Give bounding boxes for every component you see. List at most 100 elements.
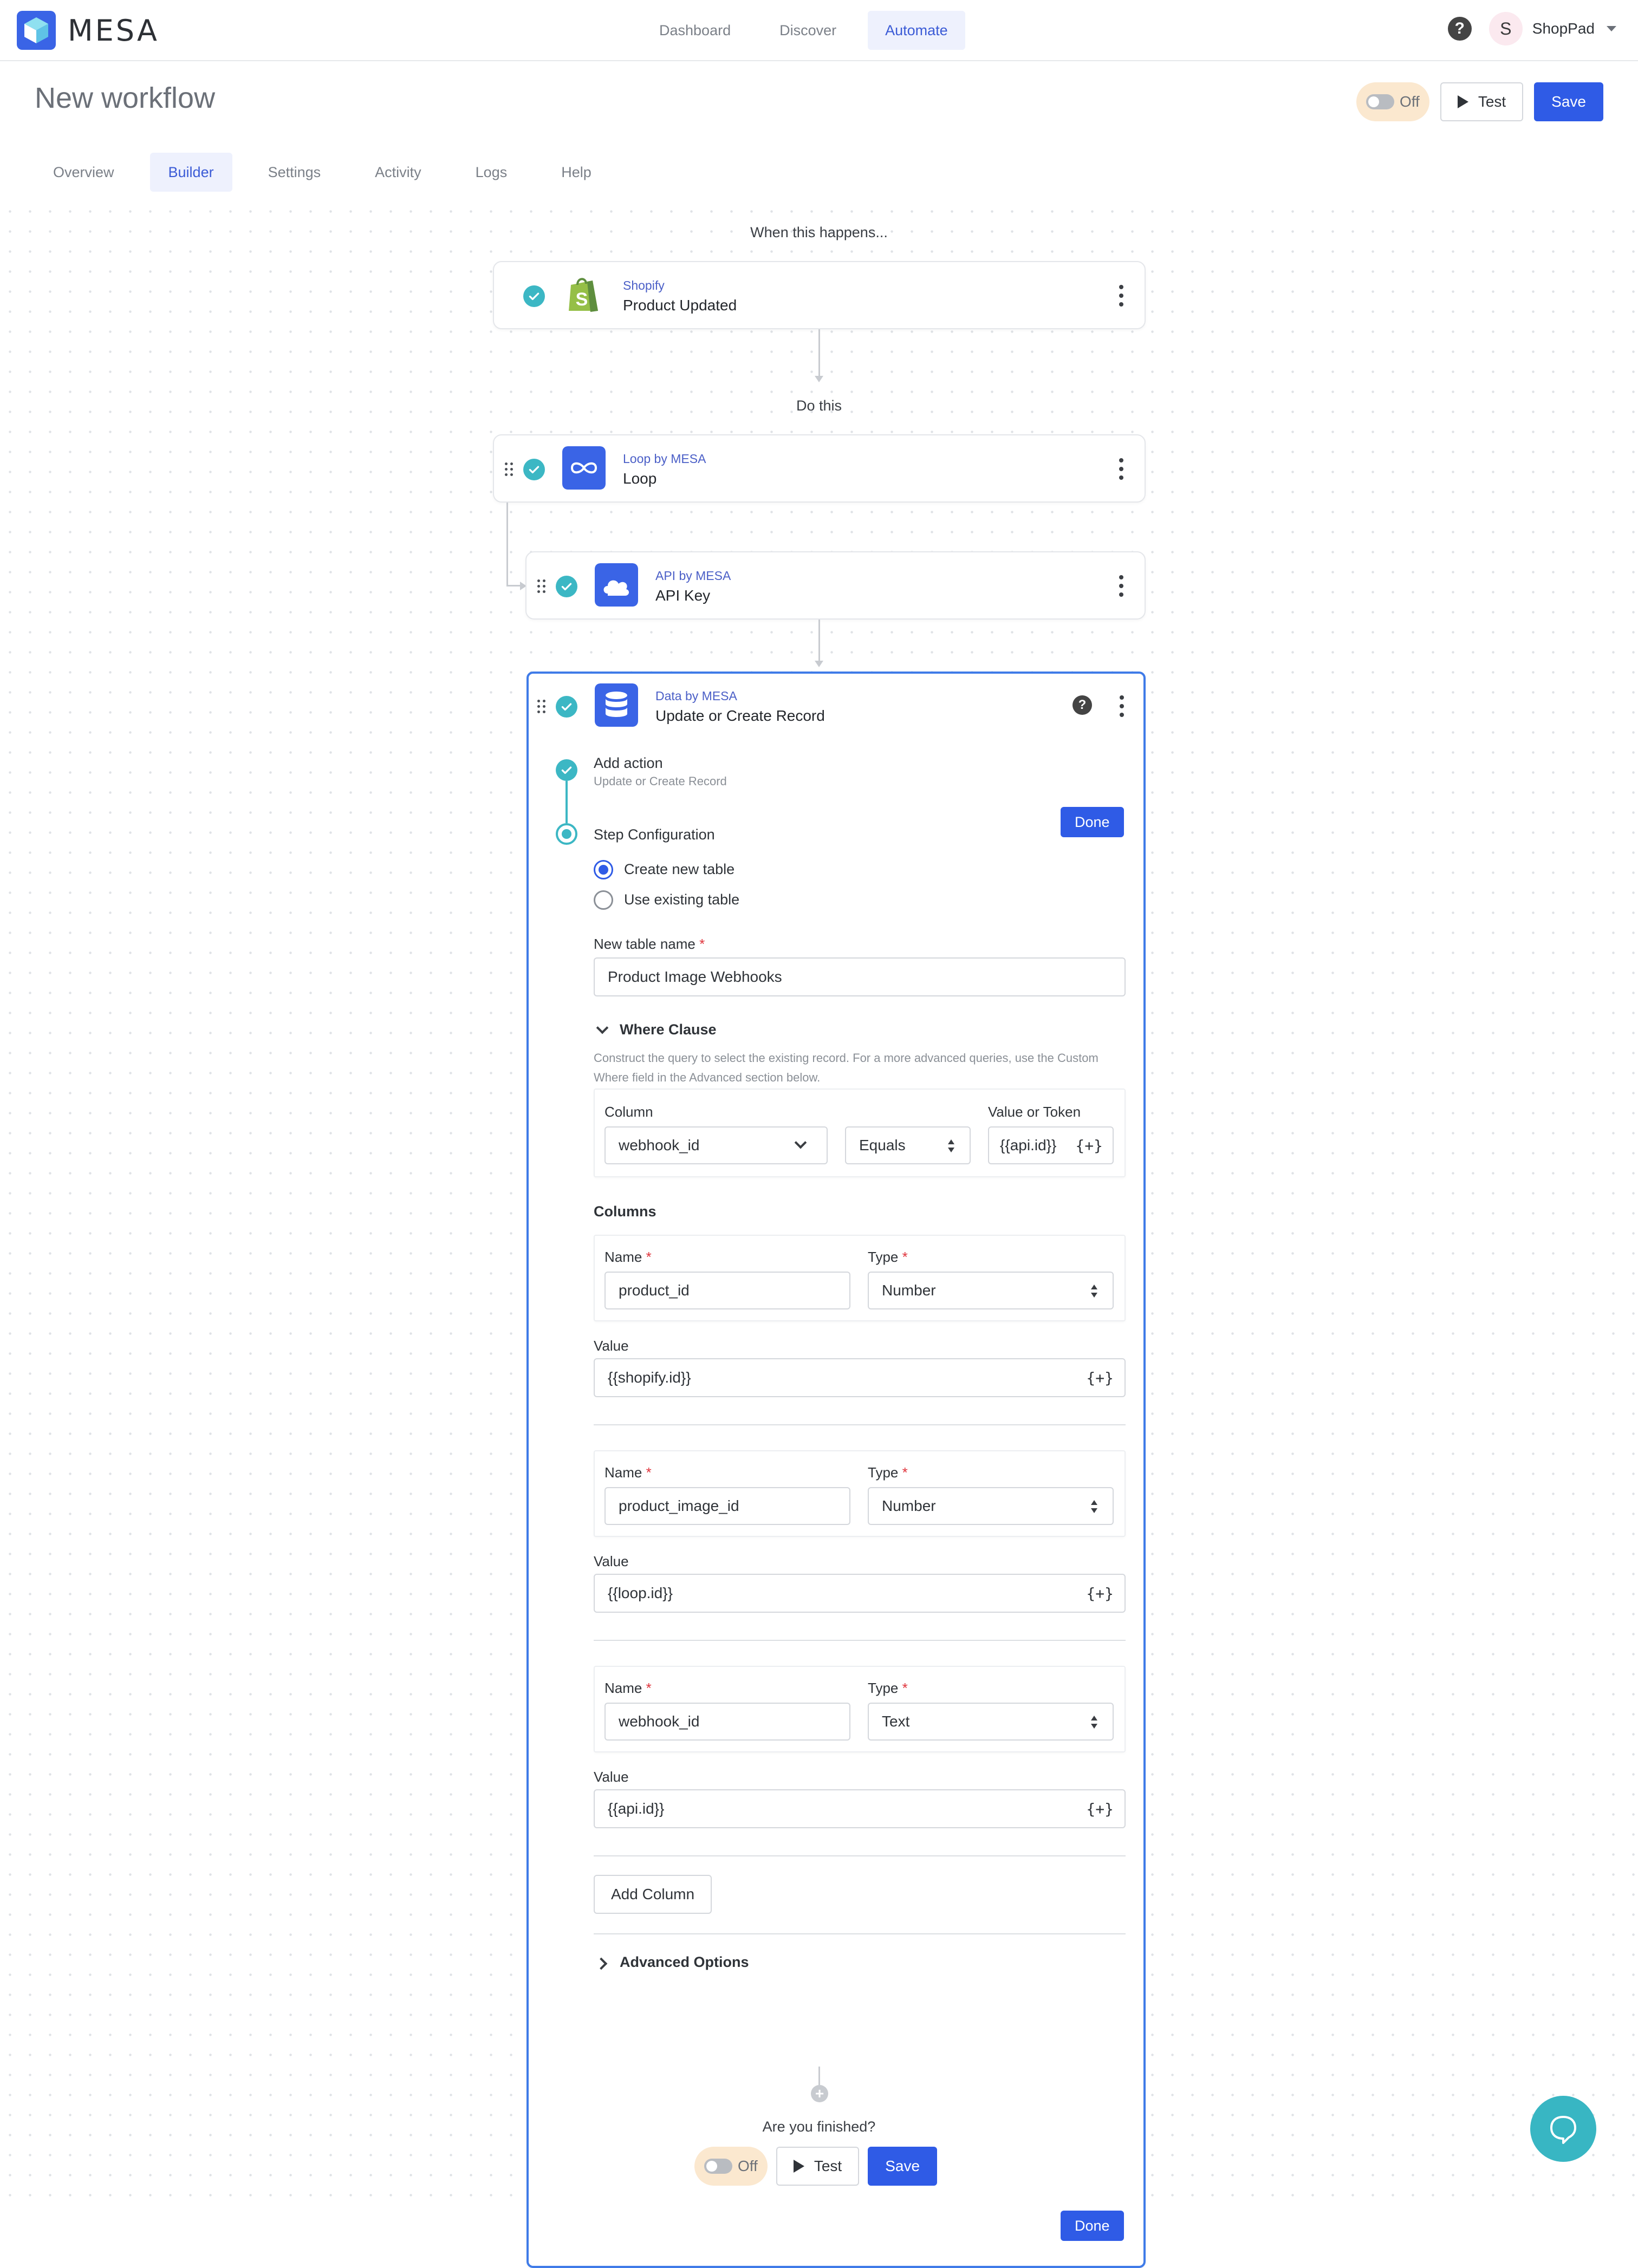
done-button[interactable]: Done	[1061, 807, 1124, 837]
done-button-bottom[interactable]: Done	[1061, 2211, 1124, 2241]
chevron-down-icon[interactable]	[596, 1021, 609, 1034]
nav-automate[interactable]: Automate	[868, 11, 965, 50]
trigger-app: Shopify	[623, 278, 665, 292]
drag-handle-icon[interactable]	[537, 579, 546, 594]
toggle-switch[interactable]	[1366, 94, 1394, 109]
drag-handle-icon[interactable]	[537, 700, 546, 714]
column-value-input[interactable]: {{shopify.id}} {+}	[594, 1358, 1126, 1397]
current-step-icon	[556, 823, 577, 845]
insert-token-icon[interactable]: {+}	[1075, 1137, 1103, 1155]
action-heading: Do this	[796, 397, 842, 414]
radio-create-table[interactable]	[594, 860, 613, 879]
trigger-event: Product Updated	[623, 297, 737, 314]
finish-question: Are you finished?	[762, 2119, 876, 2135]
tab-activity[interactable]: Activity	[356, 153, 440, 192]
radio-existing-table[interactable]	[594, 890, 613, 910]
account-area: ? S ShopPad	[1447, 12, 1616, 45]
tab-settings[interactable]: Settings	[250, 153, 340, 192]
table-name-input[interactable]: Product Image Webhooks	[594, 957, 1126, 996]
more-options-icon[interactable]	[1119, 458, 1124, 480]
store-name[interactable]: ShopPad	[1532, 20, 1595, 37]
column-type-value: Text	[882, 1713, 910, 1730]
drag-handle-icon[interactable]	[505, 462, 514, 477]
column-name-input[interactable]: product_id	[604, 1272, 850, 1309]
add-action-subtitle: Update or Create Record	[594, 774, 727, 788]
chevron-down-icon[interactable]	[1607, 26, 1616, 31]
column-value-label: Value	[594, 1553, 629, 1569]
column-row: Name * product_id Type * Number	[594, 1235, 1126, 1321]
avatar[interactable]: S	[1488, 12, 1523, 45]
column-type-value: Number	[882, 1282, 936, 1299]
add-step-icon[interactable]: +	[811, 2085, 828, 2102]
column-name-value: product_id	[619, 1282, 690, 1299]
tab-help[interactable]: Help	[543, 153, 610, 192]
column-type-select[interactable]: Text	[868, 1703, 1114, 1741]
save-button-footer[interactable]: Save	[868, 2147, 938, 2186]
loop-icon	[562, 446, 606, 490]
toggle-switch[interactable]	[704, 2159, 732, 2174]
data-step-card[interactable]: Data by MESA Update or Create Record ? A…	[526, 672, 1146, 2268]
where-value-label: Value or Token	[988, 1104, 1081, 1120]
column-type-select[interactable]: Number	[868, 1272, 1114, 1309]
add-column-button[interactable]: Add Column	[594, 1875, 712, 1914]
database-icon	[595, 683, 638, 727]
help-icon[interactable]: ?	[1447, 17, 1472, 41]
where-clause-row: Column webhook_id Equals Value or Token …	[594, 1089, 1126, 1177]
chevron-right-icon[interactable]	[595, 1957, 608, 1970]
column-type-label: Type *	[868, 1680, 908, 1696]
column-type-value: Number	[882, 1497, 936, 1514]
play-icon	[1457, 95, 1468, 108]
column-value-input[interactable]: {{loop.id}} {+}	[594, 1574, 1126, 1613]
trigger-heading: When this happens...	[750, 224, 888, 240]
where-value-input[interactable]: {{api.id}} {+}	[988, 1126, 1114, 1164]
svg-text:S: S	[576, 289, 588, 310]
tab-builder[interactable]: Builder	[150, 153, 232, 192]
radio-create-label[interactable]: Create new table	[624, 861, 734, 878]
data-event: Update or Create Record	[655, 707, 825, 724]
more-options-icon[interactable]	[1119, 285, 1124, 307]
more-options-icon[interactable]	[1119, 695, 1124, 717]
top-bar: MESA Dashboard Discover Automate ? S Sho…	[0, 0, 1638, 61]
advanced-options-toggle[interactable]: Advanced Options	[620, 1954, 749, 1971]
where-clause-title[interactable]: Where Clause	[620, 1021, 717, 1038]
column-type-select[interactable]: Number	[868, 1487, 1114, 1525]
where-clause-help: Construct the query to select the existi…	[594, 1051, 1098, 1084]
where-column-select[interactable]: webhook_id	[604, 1126, 828, 1164]
workflow-toggle[interactable]: Off	[1356, 82, 1429, 121]
test-button-label: Test	[814, 2158, 842, 2174]
column-value-text: {{api.id}}	[608, 1800, 665, 1817]
radio-existing-label[interactable]: Use existing table	[624, 891, 739, 908]
nav-discover[interactable]: Discover	[762, 11, 854, 50]
connector-line	[818, 329, 820, 378]
column-value-input[interactable]: {{api.id}} {+}	[594, 1789, 1126, 1828]
column-name-input[interactable]: product_image_id	[604, 1487, 850, 1525]
column-name-label: Name *	[604, 1249, 652, 1265]
tab-logs[interactable]: Logs	[457, 153, 526, 192]
insert-token-icon[interactable]: {+}	[1086, 1369, 1114, 1387]
column-name-label: Name *	[604, 1464, 652, 1481]
column-name-value: webhook_id	[619, 1713, 700, 1730]
connector-arrow	[815, 376, 823, 382]
where-operator-select[interactable]: Equals	[845, 1126, 971, 1164]
mesa-logo-icon	[17, 11, 56, 50]
mesa-logo[interactable]: MESA	[17, 11, 159, 50]
nav-dashboard[interactable]: Dashboard	[642, 11, 748, 50]
test-button[interactable]: Test	[1440, 82, 1524, 121]
test-button-footer[interactable]: Test	[776, 2147, 860, 2186]
divider	[594, 1933, 1126, 1934]
add-action-title[interactable]: Add action	[594, 755, 663, 772]
save-button[interactable]: Save	[1534, 82, 1603, 121]
loop-card[interactable]: Loop by MESA Loop	[493, 434, 1146, 503]
chat-support-button[interactable]	[1530, 2096, 1596, 2162]
insert-token-icon[interactable]: {+}	[1086, 1800, 1114, 1818]
workflow-toggle-footer[interactable]: Off	[694, 2147, 768, 2186]
more-options-icon[interactable]	[1119, 575, 1124, 597]
help-icon[interactable]: ?	[1072, 695, 1092, 715]
chat-bubble-icon	[1550, 2116, 1576, 2144]
insert-token-icon[interactable]: {+}	[1086, 1585, 1114, 1602]
header-actions: Off Test Save	[1356, 82, 1603, 121]
column-name-input[interactable]: webhook_id	[604, 1703, 850, 1741]
trigger-card[interactable]: S Shopify Product Updated	[493, 261, 1146, 329]
api-card[interactable]: API by MESA API Key	[525, 551, 1146, 620]
tab-overview[interactable]: Overview	[35, 153, 133, 192]
